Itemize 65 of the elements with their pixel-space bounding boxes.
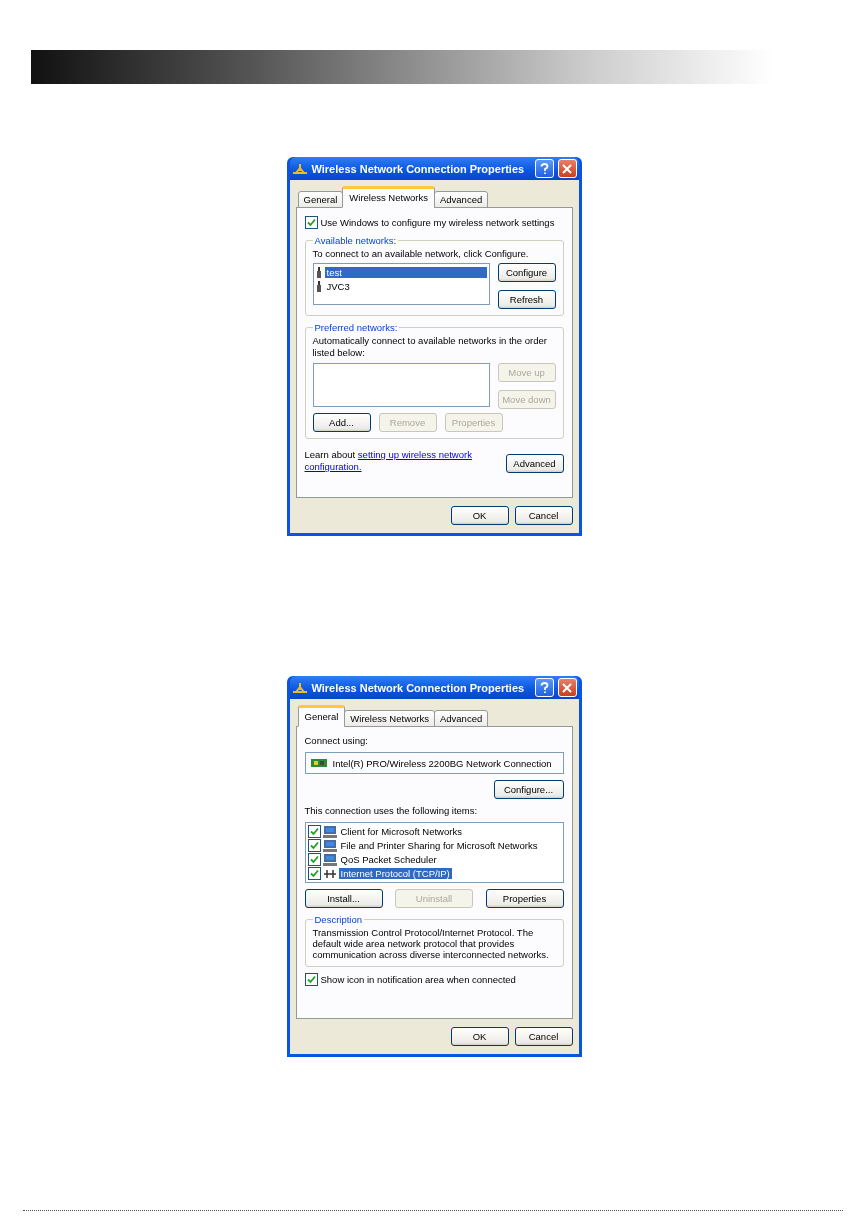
description-text: Transmission Control Protocol/Internet Protocol. The default wide area network protocol that provides communication across diverse interconnected networks.: [312, 927, 550, 960]
component-item[interactable]: Internet Protocol (TCP/IP): [338, 868, 452, 879]
checkbox[interactable]: [307, 853, 321, 866]
help-button[interactable]: [534, 159, 554, 178]
network-card-icon: [310, 758, 327, 768]
instruction-text: Automatically connect to available networks in the order listed below:: [312, 335, 548, 359]
close-button[interactable]: [557, 159, 577, 178]
antenna-icon: [315, 267, 322, 278]
help-icon: [539, 681, 549, 694]
network-protocol-icon: [322, 867, 337, 880]
group-legend: Available networks:: [312, 235, 399, 246]
computer-icon: [322, 839, 337, 852]
close-icon: [562, 682, 572, 693]
component-list[interactable]: Client for Microsoft Networks File and Printer Sharing for Microsoft Networks QoS Packet Scheduler Internet Protocol (TCP/IP): [304, 822, 564, 883]
tab[interactable]: General: [297, 191, 344, 208]
network-icon: [291, 161, 308, 176]
help-text: Learn about: [304, 449, 356, 460]
group-legend: Description: [312, 914, 365, 925]
close-icon: [562, 163, 572, 174]
tab[interactable]: Wireless Networks: [344, 710, 435, 727]
checkbox-label: Use Windows to configure my wireless network settings: [320, 217, 555, 228]
checkbox[interactable]: [307, 867, 321, 880]
group-legend: Preferred networks:: [312, 322, 400, 333]
adapter-field: Intel(R) PRO/Wireless 2200BG Network Connection: [304, 752, 564, 774]
dialog-button[interactable]: Refresh: [497, 290, 556, 309]
dialog-button[interactable]: Add...: [312, 413, 371, 432]
checkbox[interactable]: [304, 216, 318, 229]
window-title: Wireless Network Connection Properties: [311, 162, 526, 175]
network-item[interactable]: JVC3: [324, 281, 487, 292]
close-button[interactable]: [557, 678, 577, 697]
instruction-text: To connect to an available network, click Configure.: [312, 248, 530, 259]
preferred-network-list[interactable]: [312, 363, 490, 407]
dialog-button[interactable]: Cancel: [514, 506, 573, 525]
component-item[interactable]: QoS Packet Scheduler: [338, 854, 439, 865]
dialog-button[interactable]: Cancel: [514, 1027, 573, 1046]
network-list[interactable]: test JVC3: [312, 263, 490, 305]
help-button[interactable]: [534, 678, 554, 697]
dialog-button[interactable]: OK: [450, 506, 509, 525]
component-item[interactable]: Client for Microsoft Networks: [338, 826, 464, 837]
help-link[interactable]: configuration.: [304, 461, 362, 472]
component-item[interactable]: File and Printer Sharing for Microsoft Networks: [338, 840, 540, 851]
checkbox[interactable]: [307, 839, 321, 852]
dialog-button[interactable]: Advanced: [505, 454, 564, 473]
network-icon: [291, 680, 308, 695]
items-label: This connection uses the following items:: [304, 805, 479, 816]
dialog-button[interactable]: OK: [450, 1027, 509, 1046]
computer-icon: [322, 825, 337, 838]
dialog-button[interactable]: Configure...: [493, 780, 564, 799]
checkbox-label: Show icon in notification area when connected: [320, 974, 516, 985]
help-icon: [539, 162, 549, 175]
dialog-button[interactable]: Configure: [497, 263, 556, 282]
network-item[interactable]: test: [324, 267, 487, 278]
antenna-icon: [315, 281, 322, 292]
dialog-button[interactable]: Properties: [485, 889, 564, 908]
tab[interactable]: Advanced: [433, 710, 489, 727]
help-link[interactable]: setting up wireless network: [357, 449, 472, 460]
connect-using-label: Connect using:: [304, 735, 369, 746]
dialog-button[interactable]: Install...: [304, 889, 383, 908]
checkbox[interactable]: [307, 825, 321, 838]
tab[interactable]: Advanced: [433, 191, 489, 208]
window-title: Wireless Network Connection Properties: [311, 681, 526, 694]
tab[interactable]: General: [297, 705, 346, 727]
tab[interactable]: Wireless Networks: [342, 186, 435, 208]
computer-icon: [322, 853, 337, 866]
checkbox[interactable]: [304, 973, 318, 986]
